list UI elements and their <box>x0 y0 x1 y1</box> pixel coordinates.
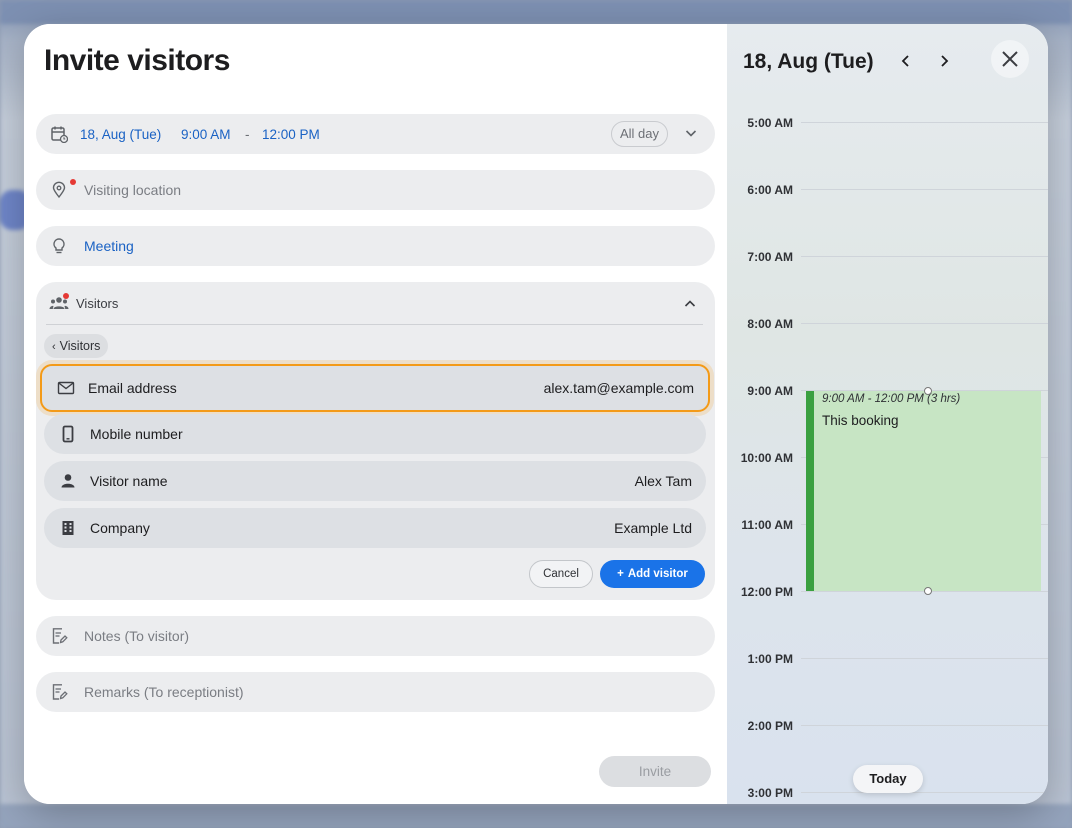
breadcrumb-label: Visitors <box>59 339 101 353</box>
hour-label: 12:00 PM <box>740 585 793 599</box>
plus-icon: + <box>617 568 624 580</box>
background-topbar <box>0 0 1072 24</box>
note-edit-icon <box>52 684 68 700</box>
required-indicator <box>63 293 69 299</box>
building-icon <box>62 521 74 535</box>
visitor-name-label: Visitor name <box>90 473 168 489</box>
start-time-value[interactable]: 9:00 AM <box>181 127 231 142</box>
visitor-name-value: Alex Tam <box>634 473 692 489</box>
invite-button[interactable]: Invite <box>599 756 711 787</box>
hour-label: 3:00 PM <box>747 786 793 800</box>
email-address-value: alex.tam@example.com <box>543 380 694 396</box>
visiting-location-placeholder: Visiting location <box>84 182 182 198</box>
hour-line <box>801 725 1048 726</box>
time-separator: - <box>245 126 250 142</box>
email-address-label: Email address <box>88 380 177 396</box>
chevron-up-icon[interactable] <box>683 297 697 311</box>
hour-label: 8:00 AM <box>747 317 793 331</box>
chevron-left-icon: ‹ <box>52 341 56 353</box>
close-button[interactable] <box>991 40 1029 78</box>
hour-label: 9:00 AM <box>747 384 793 398</box>
date-value[interactable]: 18, Aug (Tue) <box>80 127 161 142</box>
remarks-placeholder: Remarks (To receptionist) <box>84 684 244 700</box>
form-panel: Invite visitors 18, Aug (Tue) 9:00 AM - … <box>24 24 727 804</box>
dialog-title: Invite visitors <box>44 44 230 77</box>
hour-line <box>801 792 1048 793</box>
chevron-left-icon[interactable] <box>897 52 915 70</box>
visitor-name-field[interactable]: Visitor name Alex Tam <box>44 461 706 501</box>
visit-purpose-value: Meeting <box>84 238 134 254</box>
booking-block[interactable]: 9:00 AM - 12:00 PM (3 hrs) This booking <box>806 391 1041 591</box>
notes-field[interactable]: Notes (To visitor) <box>36 616 715 656</box>
add-visitor-label: Add visitor <box>627 568 688 580</box>
section-divider <box>46 324 703 325</box>
notes-placeholder: Notes (To visitor) <box>84 628 190 644</box>
background-bottombar <box>0 804 1072 828</box>
add-visitor-button[interactable]: + Add visitor <box>600 560 705 588</box>
date-time-row[interactable]: 18, Aug (Tue) 9:00 AM - 12:00 PM All day <box>36 114 715 154</box>
booking-end-handle[interactable] <box>924 587 932 595</box>
visitors-breadcrumb-button[interactable]: ‹ Visitors <box>44 334 109 358</box>
calendar-date: 18, Aug (Tue) <box>743 50 874 73</box>
booking-time: 9:00 AM - 12:00 PM (3 hrs) <box>822 393 961 405</box>
company-field[interactable]: Company Example Ltd <box>44 508 706 548</box>
today-button[interactable]: Today <box>853 765 923 793</box>
company-value: Example Ltd <box>614 520 692 536</box>
location-pin-icon <box>52 181 66 199</box>
booking-start-handle[interactable] <box>924 387 932 395</box>
calendar-panel: 18, Aug (Tue) 5:00 AM 6:00 AM 7:00 AM 8:00 … <box>727 24 1048 804</box>
chevron-down-icon[interactable] <box>684 126 698 140</box>
lightbulb-icon <box>53 238 65 254</box>
hour-label: 1:00 PM <box>747 652 793 666</box>
required-indicator <box>70 179 76 185</box>
end-time-value[interactable]: 12:00 PM <box>262 127 320 142</box>
visitors-section-label: Visitors <box>76 296 119 311</box>
hour-label: 11:00 AM <box>741 518 793 532</box>
person-icon <box>61 474 75 488</box>
company-label: Company <box>90 520 150 536</box>
visiting-location-field[interactable]: Visiting location <box>36 170 715 210</box>
visit-purpose-field[interactable]: Meeting <box>36 226 715 266</box>
all-day-toggle[interactable]: All day <box>611 121 669 147</box>
visitors-section: Visitors ‹ Visitors Email address alex.ta… <box>36 282 715 600</box>
remarks-field[interactable]: Remarks (To receptionist) <box>36 672 715 712</box>
hour-label: 5:00 AM <box>747 116 793 130</box>
hour-label: 2:00 PM <box>747 719 793 733</box>
hour-line <box>801 122 1048 123</box>
cancel-button[interactable]: Cancel <box>529 560 593 588</box>
invite-visitors-dialog: Invite visitors 18, Aug (Tue) 9:00 AM - … <box>24 24 1048 804</box>
chevron-right-icon[interactable] <box>935 52 953 70</box>
hour-line <box>801 189 1048 190</box>
booking-name: This booking <box>822 413 899 428</box>
hour-line <box>801 658 1048 659</box>
close-icon <box>1002 51 1018 67</box>
hour-label: 10:00 AM <box>740 451 793 465</box>
hour-line <box>801 323 1048 324</box>
note-edit-icon <box>52 628 68 644</box>
phone-icon <box>62 425 74 443</box>
email-address-field[interactable]: Email address alex.tam@example.com <box>40 364 710 412</box>
mobile-number-field[interactable]: Mobile number <box>44 414 706 454</box>
hour-label: 7:00 AM <box>747 250 793 264</box>
mobile-number-label: Mobile number <box>90 426 183 442</box>
hour-line <box>801 256 1048 257</box>
calendar-clock-icon <box>51 126 68 143</box>
hour-label: 6:00 AM <box>747 183 793 197</box>
mail-icon <box>57 381 75 395</box>
